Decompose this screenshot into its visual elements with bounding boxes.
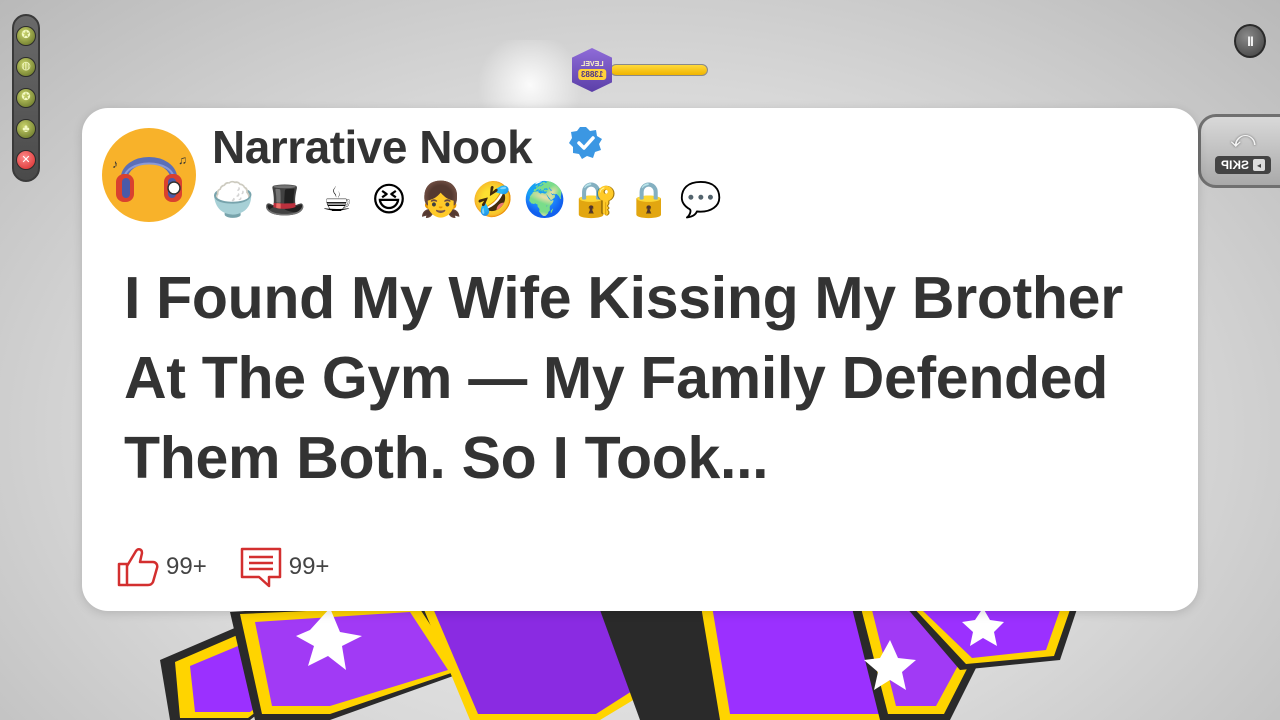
comment-icon [240, 547, 281, 588]
star-icon[interactable]: ✪ [16, 87, 36, 108]
padlock-key-icon: 🔐 [575, 180, 619, 220]
play-icon: ◂ [1253, 159, 1265, 171]
left-toolbar: ✪ ◍ ✪ ♣ ✕ [12, 14, 40, 182]
lmao-icon: 🤣 [471, 180, 515, 220]
rice-bowl-icon: 🍚 [211, 180, 255, 220]
globe-icon[interactable]: ◍ [16, 56, 36, 77]
leaf-icon[interactable]: ♣ [16, 119, 36, 140]
skip-label: SKIP [1220, 158, 1249, 172]
post-actions: 99+ 99+ [116, 546, 361, 588]
emoji-row: 🍚 🎩 ☕ 😆 👧 🤣 🌍 🔐 🔒 💬 [210, 176, 724, 224]
comment-count: 99+ [288, 553, 330, 580]
level-number: 13883 [577, 68, 607, 80]
like-button[interactable]: 99+ [116, 547, 207, 587]
speech-doodle-icon: 💬 [679, 180, 723, 220]
post-card[interactable]: ♪ ♫ Narrative Nook 🍚 🎩 ☕ 😆 👧 🤣 🌍 🔐 🔒 💬 I… [82, 108, 1198, 611]
comment-button[interactable]: 99+ [239, 546, 330, 588]
svg-text:♪: ♪ [112, 157, 118, 171]
globe-plane-icon: 🌍 [523, 180, 567, 220]
post-title[interactable]: I Found My Wife Kissing My Brother At Th… [124, 258, 1164, 498]
level-badge: LEVEL 13883 [572, 48, 612, 92]
channel-name[interactable]: Narrative Nook [212, 120, 533, 174]
avatar[interactable]: ♪ ♫ [102, 128, 196, 222]
close-icon[interactable]: ✕ [16, 150, 36, 171]
like-count: 99+ [166, 553, 207, 580]
star-icon[interactable]: ✪ [16, 25, 36, 46]
star-blocks [160, 600, 1080, 720]
level-progress-fill [611, 65, 707, 75]
skip-label-box: SKIP ◂ [1214, 156, 1271, 174]
level-indicator: LEVEL 13883 [572, 48, 712, 92]
padlock-icon: 🔒 [627, 180, 671, 220]
level-label: LEVEL [580, 60, 604, 68]
girl-character-icon: 👧 [419, 180, 463, 220]
skip-arrow-icon: ⤺ [1230, 126, 1256, 153]
verified-badge-icon [569, 127, 602, 159]
uncle-sam-icon: 🎩 [263, 180, 307, 220]
headphones-icon: ♪ ♫ [112, 153, 187, 202]
pause-button[interactable]: II [1234, 24, 1266, 58]
laughing-ha-icon: 😆 [371, 180, 407, 220]
pause-icon: II [1247, 33, 1254, 49]
skip-button[interactable]: ⤺ SKIP ◂ [1198, 114, 1280, 188]
svg-text:♫: ♫ [178, 153, 187, 167]
thumbs-up-icon [117, 548, 159, 587]
level-progress-bar [610, 64, 708, 76]
coffee-cookies-icon: ☕ [321, 180, 353, 220]
